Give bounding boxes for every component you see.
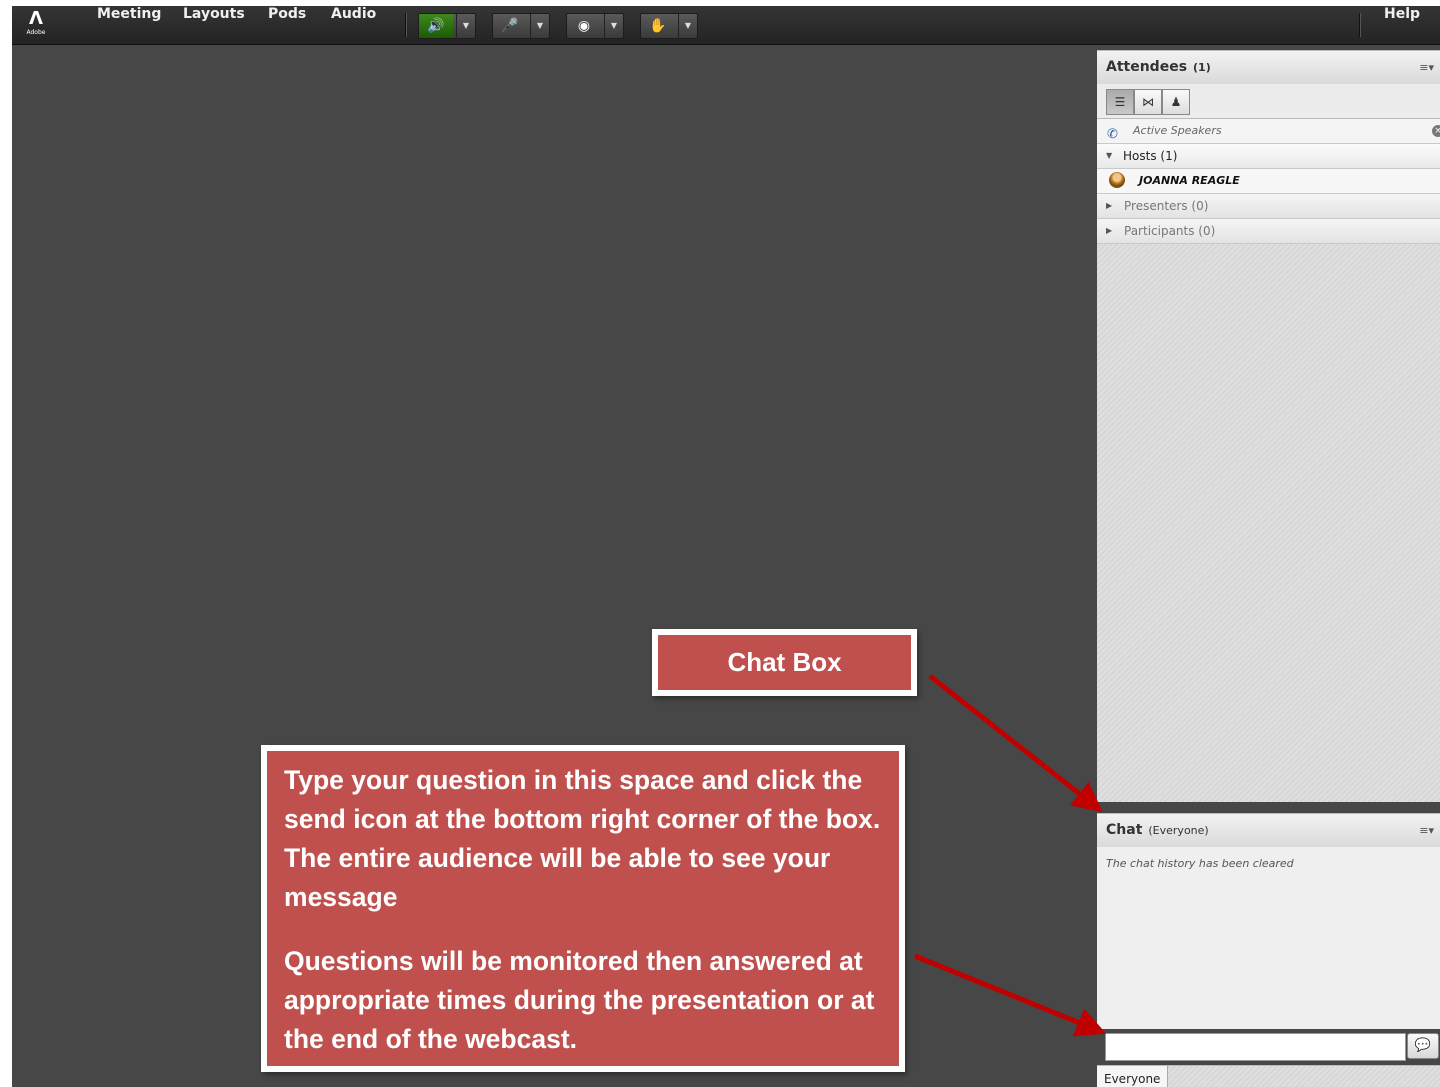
question-instructions-callout: Type your question in this space and cli… <box>261 745 905 1072</box>
collapse-arrow-icon: ▶ <box>1106 226 1113 235</box>
presenters-group[interactable]: ▶ Presenters (0) <box>1097 194 1440 219</box>
tab-everyone[interactable]: Everyone <box>1097 1066 1168 1087</box>
chevron-down-icon[interactable]: ▼ <box>456 14 475 38</box>
raise-hand-icon: ✋ <box>649 18 667 34</box>
active-speakers-row: ✆ Active Speakers × <box>1097 119 1440 144</box>
chat-box-callout-text: Chat Box <box>658 635 911 690</box>
menu-layouts[interactable]: Layouts <box>183 6 245 44</box>
participants-group[interactable]: ▶ Participants (0) <box>1097 219 1440 244</box>
attendees-title: Attendees <box>1106 59 1188 75</box>
collapse-arrow-icon: ▶ <box>1106 201 1113 210</box>
attendee-status-icon[interactable]: ♟ <box>1162 89 1190 115</box>
chevron-down-icon[interactable]: ▼ <box>530 14 549 38</box>
menu-help[interactable]: Help <box>1384 6 1420 44</box>
instructions-paragraph: Type your question in this space and cli… <box>284 765 881 912</box>
attendees-pod: ☰ ⋈ ♟ ✆ Active Speakers × ▼ Hosts (1) JO… <box>1097 84 1440 802</box>
chat-pod-header: Chat (Everyone) ≡▾ <box>1097 813 1440 849</box>
toolbar-divider <box>1359 13 1361 37</box>
webcam-button[interactable]: ◉ ▼ <box>566 13 624 39</box>
attendees-pod-header: Attendees (1) ≡▾ <box>1097 50 1440 86</box>
adobe-logo: Λ Adobe <box>26 8 46 37</box>
attendee-row[interactable]: JOANNA REAGLE <box>1097 169 1440 194</box>
chat-title: Chat <box>1106 822 1143 838</box>
grid-view-icon[interactable]: ⋈ <box>1134 89 1162 115</box>
chat-box-callout: Chat Box <box>652 629 917 696</box>
speaker-icon: 🔊 <box>419 14 453 38</box>
chat-history-text: The chat history has been cleared <box>1106 857 1294 870</box>
list-view-icon[interactable]: ☰ <box>1106 89 1134 115</box>
hosts-group[interactable]: ▼ Hosts (1) <box>1097 144 1440 169</box>
chat-scope: (Everyone) <box>1148 824 1209 837</box>
pod-menu-icon[interactable]: ≡▾ <box>1419 61 1434 74</box>
attendees-count: (1) <box>1193 61 1211 74</box>
microphone-button[interactable]: 🎤 ▼ <box>492 13 550 39</box>
menu-bar: Λ Adobe Meeting Layouts Pods Audio 🔊 ▼ 🎤… <box>12 6 1440 45</box>
menu-audio[interactable]: Audio <box>331 6 376 44</box>
raise-hand-button[interactable]: ✋ ▼ <box>640 13 698 39</box>
microphone-icon: 🎤 <box>501 18 519 34</box>
menu-meeting[interactable]: Meeting <box>97 6 161 44</box>
chat-history: The chat history has been cleared 💬 <box>1097 847 1440 1061</box>
webcam-icon: ◉ <box>577 18 591 34</box>
pod-menu-icon[interactable]: ≡▾ <box>1419 824 1434 837</box>
toolbar-divider <box>405 13 407 37</box>
chat-recipient-bar: Everyone <box>1097 1065 1440 1087</box>
send-message-icon[interactable]: 💬 <box>1407 1033 1439 1059</box>
chat-message-input[interactable] <box>1105 1033 1406 1061</box>
menu-pods[interactable]: Pods <box>268 6 306 44</box>
instructions-paragraph: Questions will be monitored then answere… <box>284 946 875 1054</box>
speaker-button[interactable]: 🔊 ▼ <box>418 13 476 39</box>
close-icon[interactable]: × <box>1432 125 1440 137</box>
attendee-view-bar: ☰ ⋈ ♟ <box>1097 84 1440 119</box>
chevron-down-icon[interactable]: ▼ <box>604 14 623 38</box>
expand-arrow-icon: ▼ <box>1106 151 1113 160</box>
chevron-down-icon[interactable]: ▼ <box>678 14 697 38</box>
host-name: JOANNA REAGLE <box>1139 174 1240 187</box>
right-panel: Attendees (1) ≡▾ ☰ ⋈ ♟ ✆ Active Speakers … <box>1097 50 1440 1087</box>
host-icon <box>1109 172 1125 188</box>
